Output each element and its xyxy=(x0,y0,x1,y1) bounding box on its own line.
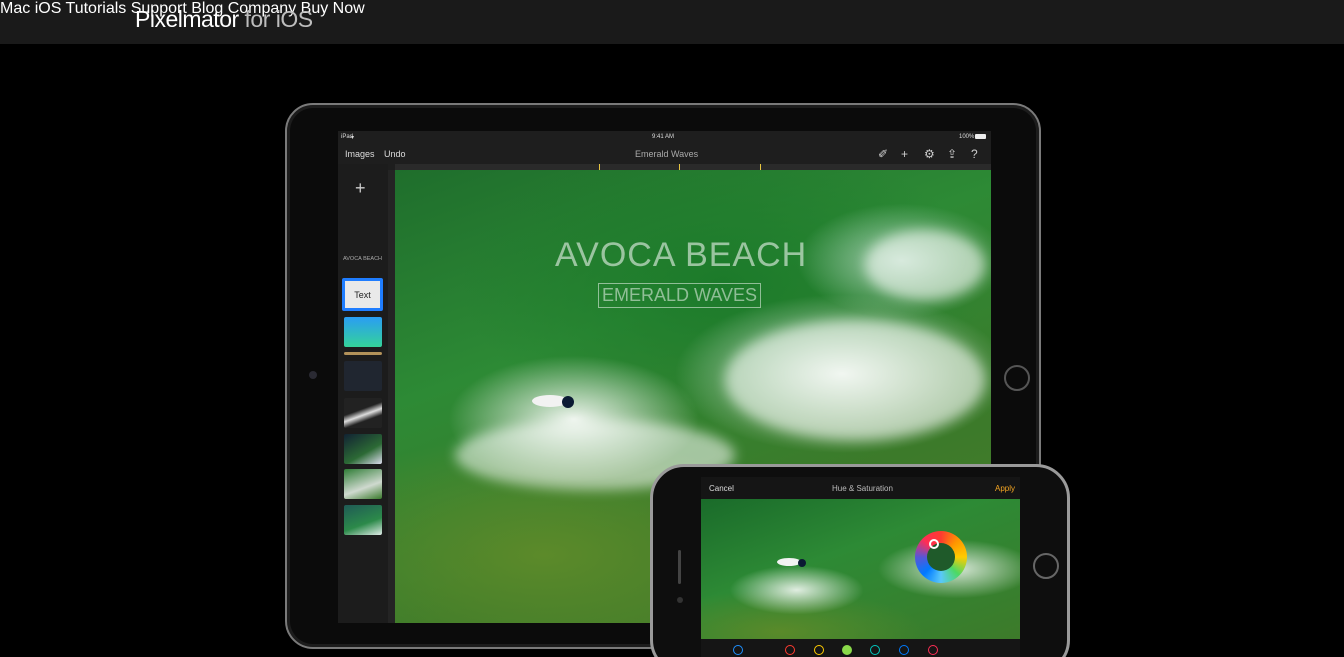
wave-foam xyxy=(865,230,985,300)
layer-thumbnail-splash[interactable] xyxy=(344,361,382,391)
channel-dot-yellow[interactable] xyxy=(814,645,824,655)
color-wheel-handle[interactable] xyxy=(929,539,939,549)
cancel-button[interactable]: Cancel xyxy=(709,484,734,493)
share-icon[interactable]: ⇪ xyxy=(947,147,957,161)
layer-label: Text xyxy=(354,289,371,300)
surfer-image xyxy=(532,395,574,408)
layers-sidebar: + AVOCA BEACH Text xyxy=(338,164,388,623)
iphone-camera xyxy=(677,597,683,603)
brush-tool-icon[interactable]: ✐ xyxy=(878,147,888,161)
settings-icon[interactable]: ⚙ xyxy=(924,147,935,161)
vertical-ruler xyxy=(388,170,395,623)
canvas-headline-text[interactable]: AVOCA BEACH xyxy=(555,236,807,275)
canvas-subheadline-text[interactable]: EMERALD WAVES xyxy=(598,283,761,308)
layer-thumbnail-wave-dark[interactable] xyxy=(344,434,382,464)
nav-link-ios[interactable]: iOS xyxy=(35,0,62,17)
help-icon[interactable]: ? xyxy=(971,147,978,161)
iphone-screen: Cancel Hue & Saturation Apply xyxy=(701,477,1020,657)
channel-dot-blue-2[interactable] xyxy=(899,645,909,655)
text-layer-caption: AVOCA BEACH xyxy=(343,256,383,262)
apply-button[interactable]: Apply xyxy=(995,484,1015,493)
layer-thumbnail-strip[interactable] xyxy=(344,352,382,355)
channel-dot-red[interactable] xyxy=(785,645,795,655)
ipad-toolbar: Images Undo Emerald Waves ✐ + ⚙ ⇪ ? xyxy=(338,144,991,164)
site-logo[interactable]: Pixelmator for iOS xyxy=(135,6,313,33)
wifi-icon: ▾ xyxy=(351,135,355,141)
battery-icon xyxy=(975,134,986,139)
layer-thumbnail-text[interactable]: Text xyxy=(342,278,383,311)
logo-brand: Pixelmator xyxy=(135,6,239,32)
hue-color-wheel[interactable] xyxy=(915,531,967,583)
iphone-device-mockup: Cancel Hue & Saturation Apply xyxy=(650,464,1070,657)
wave-foam xyxy=(725,320,985,440)
images-button[interactable]: Images xyxy=(345,149,375,159)
layer-thumbnail-gradient[interactable] xyxy=(344,317,382,347)
add-layer-icon[interactable]: + xyxy=(355,178,366,199)
status-battery: 100% xyxy=(959,134,975,140)
logo-suffix: for iOS xyxy=(238,6,314,32)
nav-link-tutorials[interactable]: Tutorials xyxy=(66,0,127,17)
channel-dot-green[interactable] xyxy=(842,645,852,655)
ipad-home-button xyxy=(1004,365,1030,391)
nav-link-mac[interactable]: Mac xyxy=(0,0,30,17)
add-icon[interactable]: + xyxy=(901,147,908,161)
ipad-status-bar: iPad ▾ 9:41 AM 100% xyxy=(338,131,991,144)
channel-dot-cyan[interactable] xyxy=(870,645,880,655)
top-navigation-bar: Pixelmator for iOS Mac iOS Tutorials Sup… xyxy=(0,0,1344,44)
layer-thumbnail-ocean[interactable] xyxy=(344,505,382,535)
surfer-image xyxy=(777,558,806,567)
iphone-home-button xyxy=(1033,553,1059,579)
undo-button[interactable]: Undo xyxy=(384,149,406,159)
hue-saturation-toolbar: Cancel Hue & Saturation Apply xyxy=(701,477,1020,499)
color-channel-selector xyxy=(701,639,1020,657)
iphone-speaker xyxy=(678,550,681,584)
layer-thumbnail-wave[interactable] xyxy=(344,469,382,499)
adjustment-title: Hue & Saturation xyxy=(832,484,893,493)
document-title: Emerald Waves xyxy=(635,149,699,159)
layer-thumbnail-surfer[interactable] xyxy=(344,398,382,428)
ipad-camera xyxy=(309,371,317,379)
status-time: 9:41 AM xyxy=(652,134,675,140)
channel-dot-blue[interactable] xyxy=(733,645,743,655)
channel-dot-magenta[interactable] xyxy=(928,645,938,655)
iphone-image-canvas[interactable] xyxy=(701,499,1020,639)
